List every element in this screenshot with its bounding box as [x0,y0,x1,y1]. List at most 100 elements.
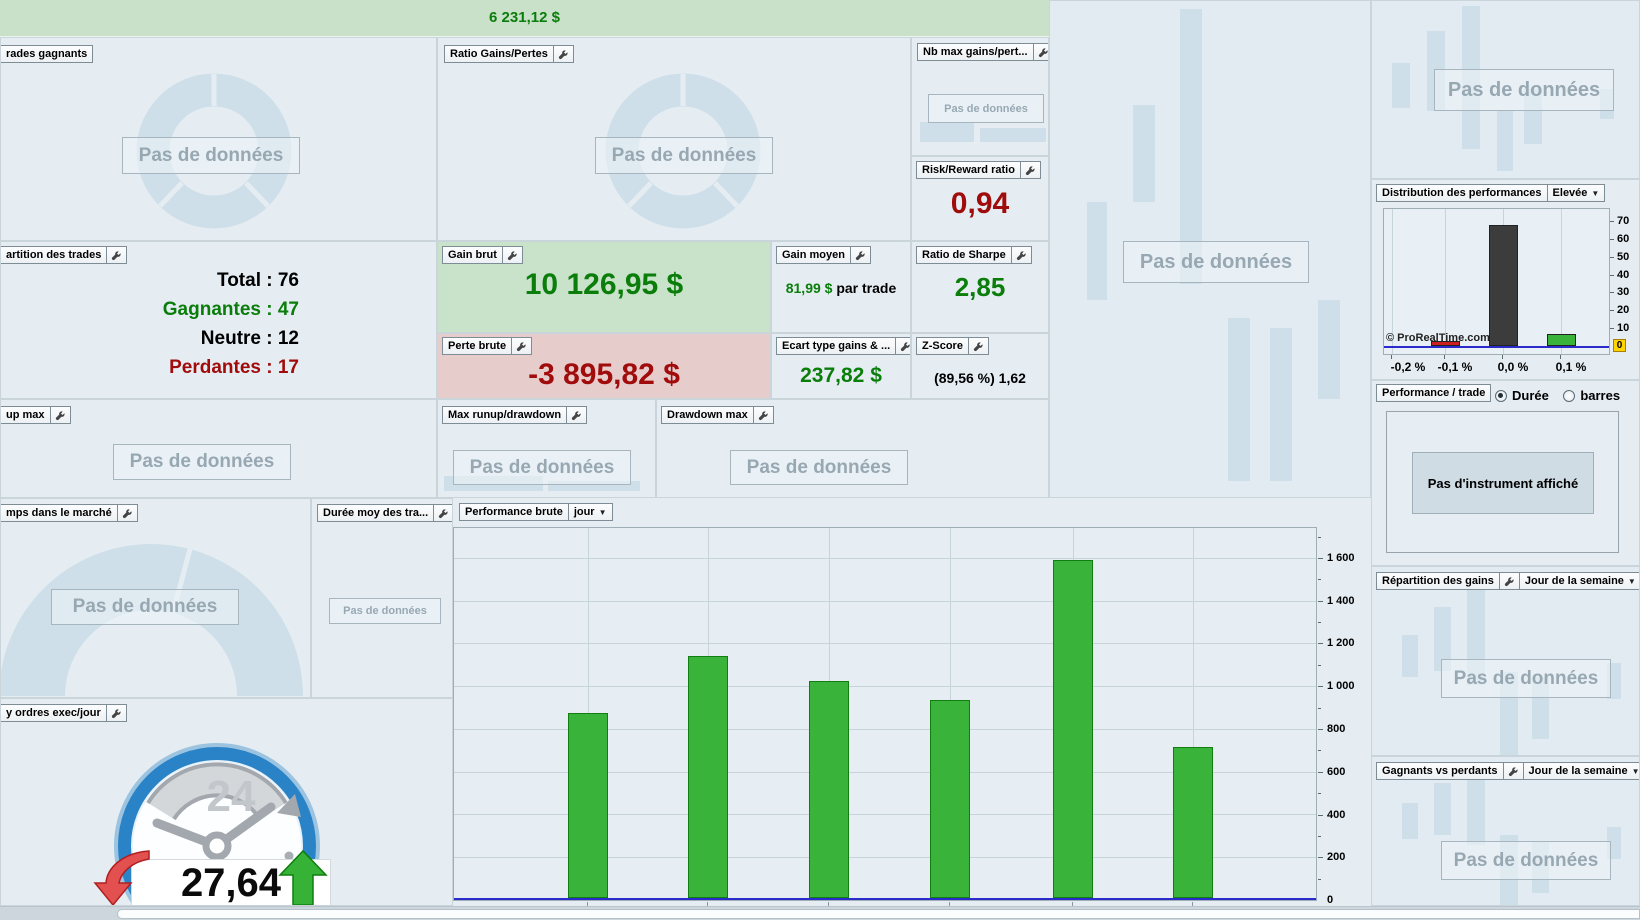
x-tick-label: -0,1 % [1437,360,1473,374]
placeholder-bar [1434,783,1451,835]
wrench-icon[interactable] [511,338,531,354]
wrench-icon[interactable] [1032,44,1048,60]
y-tick [1610,310,1614,312]
y-tick-label: 1 000 [1327,680,1355,693]
arrow-up-green-icon [278,849,328,905]
ordres-jour-value: 27,64 [180,861,282,905]
sharpe-value: 2,85 [954,272,1006,302]
y-tick-label: 400 [1327,808,1346,821]
distribution-filter-dropdown[interactable]: Elevée ▼ [1546,185,1605,201]
y-tick-label: 20 [1617,304,1630,317]
y-tick-label: 30 [1617,286,1630,299]
radio-duree-icon[interactable] [1495,389,1507,402]
y-tick-label: 1 400 [1327,594,1355,607]
y-tick [1318,600,1323,602]
trading-dashboard: 6 231,12 $ rades gagnants Pas de données… [0,0,1640,920]
perte-brute-value: -3 895,82 $ [528,358,680,391]
arrow-down-red-icon [93,850,150,905]
y-tick [1318,686,1323,688]
placeholder-bar [1402,803,1418,839]
ecart-type-value: 237,82 $ [800,364,882,387]
y-tick-label: 40 [1617,268,1630,281]
y-tick-label: 600 [1327,765,1346,778]
radio-barres-icon[interactable] [1563,389,1576,402]
x-tick-label: 0,0 % [1497,360,1529,374]
wrench-icon[interactable] [552,46,573,62]
wrench-icon[interactable] [1498,573,1519,589]
placeholder-bar [1497,111,1513,171]
gridline [454,643,1316,645]
panel-performance-brute: Performance brute jour ▼ 0 200 400 600 800 1 … [453,498,1371,906]
radio-duree[interactable]: Durée [1495,387,1553,404]
wrench-icon[interactable] [501,247,522,263]
y-tick-label: 800 [1327,723,1346,735]
y-tick [1318,664,1321,666]
panel-title: Distribution des performances [1382,187,1542,199]
perf-bar [809,681,849,898]
y-tick-label: 0 [1327,894,1334,906]
chevron-down-icon: ▼ [598,507,607,517]
gridline [454,686,1316,688]
wrench-icon[interactable] [967,338,988,354]
wrench-icon[interactable] [1502,763,1523,779]
performance-brute-plot [453,527,1317,901]
wrench-icon[interactable] [106,247,126,263]
z-score-value: (89,56 %) 1,62 [934,370,1026,386]
gain-brut-value: 10 126,95 $ [524,268,684,301]
panel-title: Ratio de Sharpe [922,249,1006,261]
panel-title: Gagnants vs perdants [1382,765,1498,777]
panel-title: Durée moy des tra... [323,507,429,519]
wrench-icon[interactable] [1010,247,1031,263]
placeholder-bar [1270,328,1292,481]
panel-title: Gain moyen [782,249,845,261]
trades-neutre: Neutre : 12 [200,328,299,349]
panel-title: Max runup/drawdown [448,409,562,421]
x-tick [1560,355,1562,359]
perf-bar [688,656,729,898]
scrollbar-thumb[interactable] [117,909,1640,919]
panel-ratio-gains-pertes: Ratio Gains/Pertes Pas de données [437,37,911,241]
gridline [454,557,1316,559]
panel-title: Perte brute [448,340,507,352]
perf-bar [567,713,608,898]
radio-barres[interactable]: barres [1563,387,1620,404]
y-tick [1318,771,1323,773]
panel-drawdown-max: Drawdown max Pas de données [656,399,1049,498]
no-data-label: Pas de données [122,137,300,174]
wrench-icon[interactable] [752,407,773,423]
gagnants-perdants-filter-dropdown[interactable]: Jour de la semaine ▼ [1522,763,1640,779]
wrench-icon[interactable] [1019,162,1040,178]
no-data-label: Pas de données [113,444,291,480]
wrench-icon[interactable] [849,247,870,263]
wrench-icon[interactable] [433,505,452,521]
wrench-icon[interactable] [49,407,70,423]
chevron-down-icon: ▼ [1591,188,1600,198]
panel-temps-marche: mps dans le marché Pas de données [0,498,311,698]
panel-performance-trade: Performance / trade Durée barres Pas d'i… [1371,380,1640,566]
y-tick-label: 50 [1617,250,1630,263]
placeholder-bar [1087,202,1107,300]
period-dropdown[interactable]: jour ▼ [567,504,612,520]
no-data-label: Pas de données [1434,69,1614,111]
x-tick [1501,355,1503,359]
no-data-label: Pas de données [730,450,908,485]
panel-title: Risk/Reward ratio [922,164,1015,176]
wrench-icon[interactable] [105,705,126,721]
panel-repartition-trades: artition des trades Total : 76 Gagnantes… [0,241,437,399]
panel-title: Nb max gains/pert... [923,46,1028,58]
panel-max-runup-drawdown: Max runup/drawdown Pas de données [437,399,656,498]
perf-bar [1173,747,1214,898]
gridline [454,600,1316,602]
chevron-down-icon: ▼ [1631,766,1640,776]
panel-z-score: Z-Score (89,56 %) 1,62 [911,333,1049,399]
y-tick-label: 1 200 [1327,637,1355,650]
no-instrument-label: Pas d'instrument affiché [1427,475,1579,491]
wrench-icon[interactable] [566,407,586,423]
wrench-icon[interactable] [116,505,137,521]
wrench-icon[interactable] [895,338,910,354]
horizontal-scrollbar[interactable] [0,906,1640,920]
placeholder-bar [920,122,974,142]
x-tick-label: -0,2 % [1390,360,1426,374]
repartition-gains-filter-dropdown[interactable]: Jour de la semaine ▼ [1518,573,1639,589]
x-tick [1443,355,1445,359]
